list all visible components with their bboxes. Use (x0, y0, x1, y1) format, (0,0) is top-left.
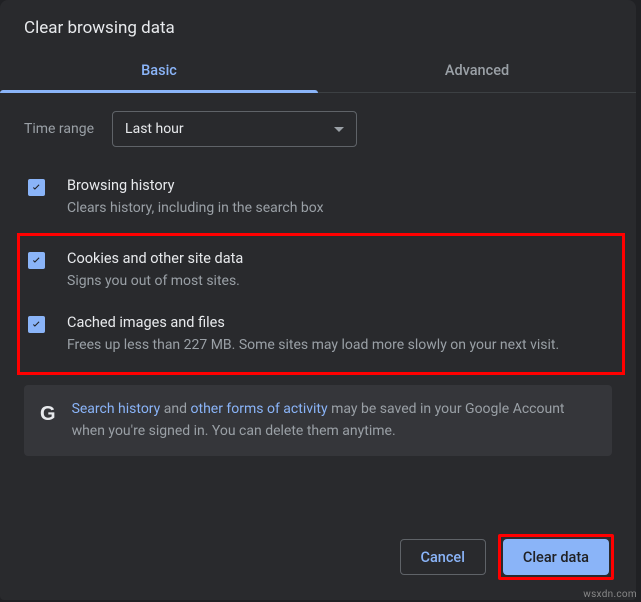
highlight-box: Cookies and other site data Signs you ou… (17, 233, 625, 375)
info-text-frag: and (160, 401, 190, 417)
dialog-title: Clear browsing data (0, 0, 636, 48)
options-list: Browsing history Clears history, includi… (24, 169, 612, 456)
time-range-row: Time range Last hour (24, 111, 612, 147)
option-desc: Signs you out of most sites. (67, 271, 608, 292)
option-cache: Cached images and files Frees up less th… (24, 306, 612, 370)
option-text: Cookies and other site data Signs you ou… (67, 250, 608, 292)
other-activity-link[interactable]: other forms of activity (191, 401, 328, 417)
checkbox-cookies[interactable] (28, 252, 45, 269)
time-range-value: Last hour (125, 121, 184, 137)
dialog-content: Time range Last hour Browsing history Cl… (0, 93, 636, 456)
option-text: Browsing history Clears history, includi… (67, 177, 608, 219)
option-title: Cookies and other site data (67, 250, 608, 267)
option-desc: Clears history, including in the search … (67, 198, 608, 219)
tab-basic[interactable]: Basic (0, 48, 318, 92)
option-browsing-history: Browsing history Clears history, includi… (24, 169, 612, 233)
checkbox-browsing-history[interactable] (28, 179, 45, 196)
google-icon: G (40, 403, 56, 426)
option-title: Browsing history (67, 177, 608, 194)
option-title: Cached images and files (67, 314, 608, 331)
clear-data-button[interactable]: Clear data (503, 539, 609, 575)
time-range-label: Time range (24, 121, 94, 137)
checkmark-icon (30, 181, 43, 194)
watermark: wsxdn.com (583, 589, 637, 600)
info-text: Search history and other forms of activi… (72, 399, 596, 442)
highlight-box-button: Clear data (498, 534, 614, 580)
time-range-select[interactable]: Last hour (112, 111, 357, 147)
tab-bar: Basic Advanced (0, 48, 636, 93)
checkbox-cache[interactable] (28, 316, 45, 333)
search-history-link[interactable]: Search history (72, 401, 161, 417)
option-desc: Frees up less than 227 MB. Some sites ma… (67, 335, 608, 356)
cancel-button[interactable]: Cancel (400, 539, 486, 575)
option-cookies: Cookies and other site data Signs you ou… (24, 242, 612, 306)
info-box: G Search history and other forms of acti… (24, 385, 612, 456)
tab-advanced[interactable]: Advanced (318, 48, 636, 92)
clear-browsing-data-dialog: Clear browsing data Basic Advanced Time … (0, 0, 636, 600)
chevron-down-icon (334, 127, 344, 132)
checkmark-icon (30, 318, 43, 331)
checkmark-icon (30, 254, 43, 267)
option-text: Cached images and files Frees up less th… (67, 314, 608, 356)
dialog-footer: Cancel Clear data (400, 534, 615, 580)
